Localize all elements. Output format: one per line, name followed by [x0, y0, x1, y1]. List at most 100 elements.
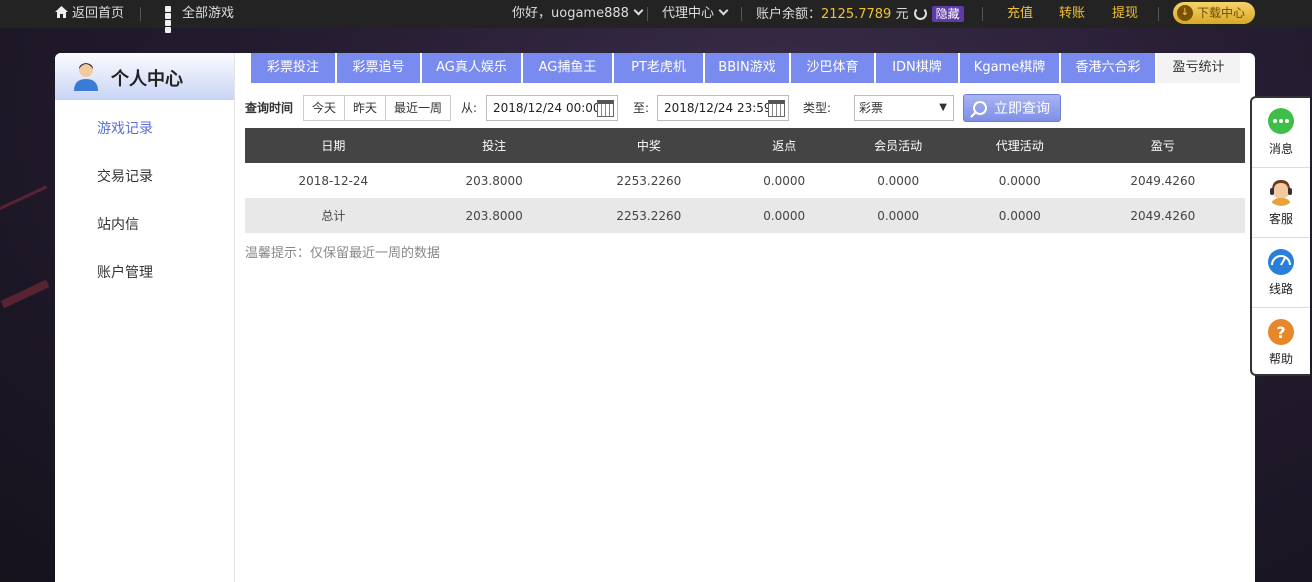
column-header: 代理活动: [958, 128, 1081, 163]
divider: [982, 7, 983, 21]
withdraw-link[interactable]: 提现: [1112, 0, 1138, 28]
quick-week-button[interactable]: 最近一周: [386, 96, 450, 120]
data-retention-tip: 温馨提示：仅保留最近一周的数据: [245, 246, 441, 261]
tab-pt-slots[interactable]: PT老虎机: [614, 53, 704, 83]
chevron-down-icon: [633, 5, 644, 16]
user-icon: [74, 63, 98, 91]
type-select-value: 彩票: [859, 101, 884, 115]
support-icon: [1270, 180, 1292, 206]
table-cell: 2253.2260: [616, 173, 682, 188]
dock-label: 客服: [1268, 212, 1293, 226]
query-button-label: 立即查询: [994, 101, 1050, 117]
recharge-link[interactable]: 充值: [1007, 0, 1033, 28]
sidebar-item-messages[interactable]: 站内信: [97, 214, 139, 234]
refresh-icon[interactable]: [914, 7, 928, 20]
from-label: 从:: [461, 101, 478, 115]
background-decoration: [0, 279, 50, 309]
table-cell: 0.0000: [877, 173, 920, 188]
profit-loss-table: 日期 投注 中奖 返点 会员活动 代理活动 盈亏 2018-12-24 203.…: [245, 128, 1245, 233]
agent-center-menu[interactable]: 代理中心: [662, 0, 729, 28]
calendar-icon[interactable]: [597, 100, 614, 117]
table-cell: 0.0000: [837, 198, 959, 233]
tab-saba-sports[interactable]: 沙巴体育: [791, 53, 875, 83]
table-header-row: 日期 投注 中奖 返点 会员活动 代理活动 盈亏: [245, 128, 1245, 163]
table-cell: 203.8000: [465, 173, 523, 188]
tab-ag-live[interactable]: AG真人娱乐: [422, 53, 522, 83]
sidebar-item-transaction-records[interactable]: 交易记录: [97, 166, 153, 186]
download-label: 下载中心: [1197, 6, 1246, 20]
quick-today-button[interactable]: 今天: [304, 96, 346, 120]
balance-value: 2125.7789: [821, 7, 892, 22]
from-date-input[interactable]: 2018/12/24 00:00: [486, 95, 618, 121]
transfer-link[interactable]: 转账: [1059, 0, 1085, 28]
tab-lottery-bets[interactable]: 彩票投注: [251, 53, 336, 83]
dock-help[interactable]: ? 帮助: [1252, 308, 1310, 378]
dock-messages[interactable]: 消息: [1252, 98, 1310, 168]
balance-area: 账户余额：2125.7789 元 隐藏: [756, 0, 964, 28]
chat-icon: [1268, 108, 1294, 134]
help-icon: ?: [1268, 319, 1294, 345]
to-date-input[interactable]: 2018/12/24 23:59: [657, 95, 789, 121]
home-link-label: 返回首页: [72, 6, 125, 21]
table-cell: 0.0000: [998, 173, 1041, 188]
quick-range-group: 今天 昨天 最近一周: [303, 95, 452, 121]
column-header: 返点: [731, 128, 838, 163]
dock-support[interactable]: 客服: [1252, 168, 1310, 238]
quick-yesterday-button[interactable]: 昨天: [345, 96, 387, 120]
time-label: 查询时间: [245, 101, 294, 115]
dropdown-arrow-icon: ▼: [939, 102, 947, 113]
tab-hk-marksix[interactable]: 香港六合彩: [1061, 53, 1156, 83]
balance-unit: 元: [895, 7, 909, 22]
home-link[interactable]: 返回首页: [55, 0, 124, 28]
tab-profit-loss[interactable]: 盈亏统计: [1157, 53, 1241, 83]
column-header: 投注: [421, 128, 567, 163]
table-row: 2018-12-24 203.8000 2253.2260 0.0000 0.0…: [245, 163, 1245, 198]
table-cell: 2018-12-24: [298, 173, 369, 188]
calendar-icon[interactable]: [768, 100, 785, 117]
tab-idn-cards[interactable]: IDN棋牌: [876, 53, 959, 83]
query-button[interactable]: 立即查询: [963, 94, 1061, 122]
floating-dock: 消息 客服 线路 ? 帮助: [1250, 96, 1310, 376]
all-games-link[interactable]: 全部游戏: [165, 0, 235, 33]
dock-label: 线路: [1268, 282, 1293, 296]
column-header: 盈亏: [1080, 128, 1245, 163]
tab-kgame-cards[interactable]: Kgame棋牌: [960, 53, 1060, 83]
to-label: 至:: [633, 101, 650, 115]
svg-text:?: ?: [1276, 323, 1285, 342]
table-cell: 2049.4260: [1080, 198, 1245, 233]
download-center-button[interactable]: ↓ 下载中心: [1173, 2, 1255, 24]
sidebar-item-game-records[interactable]: 游戏记录: [97, 118, 153, 138]
column-header: 日期: [245, 128, 422, 163]
tab-bbin[interactable]: BBIN游戏: [705, 53, 790, 83]
top-bar: 返回首页 全部游戏 你好，uogame888 代理中心 账户余额：2125.77…: [0, 0, 1312, 33]
main-panel: 个人中心 游戏记录 交易记录 站内信 账户管理 彩票投注 彩票追号 AG真人娱乐…: [55, 53, 1255, 582]
download-icon: ↓: [1177, 5, 1193, 21]
balance-label: 账户余额：: [756, 7, 822, 22]
type-select[interactable]: 彩票 ▼: [854, 95, 954, 121]
divider: [1158, 7, 1159, 21]
table-cell: 0.0000: [731, 198, 838, 233]
tab-lottery-chase[interactable]: 彩票追号: [337, 53, 421, 83]
table-cell: 2049.4260: [1130, 173, 1196, 188]
dock-lines[interactable]: 线路: [1252, 238, 1310, 308]
table-total-row: 总计 203.8000 2253.2260 0.0000 0.0000 0.00…: [245, 198, 1245, 233]
divider: [741, 7, 742, 21]
table-cell: 2253.2260: [566, 198, 732, 233]
from-date-value: 2018/12/24 00:00: [493, 101, 601, 115]
dock-label: 帮助: [1268, 352, 1293, 366]
home-icon: [55, 6, 68, 18]
sidebar-item-account[interactable]: 账户管理: [97, 262, 153, 282]
chevron-down-icon: [718, 5, 729, 16]
tab-ag-fishing[interactable]: AG捕鱼王: [523, 53, 613, 83]
search-icon: [973, 101, 987, 115]
all-games-label: 全部游戏: [182, 6, 235, 21]
table-cell: 0.0000: [763, 173, 806, 188]
column-header: 中奖: [566, 128, 732, 163]
hide-balance-button[interactable]: 隐藏: [931, 6, 964, 22]
greeting: 你好，uogame888: [512, 6, 629, 21]
table-cell: 0.0000: [958, 198, 1081, 233]
type-label: 类型:: [803, 101, 832, 115]
speedometer-icon: [1268, 249, 1294, 275]
divider: [140, 7, 141, 21]
user-menu[interactable]: 你好，uogame888: [512, 0, 644, 28]
